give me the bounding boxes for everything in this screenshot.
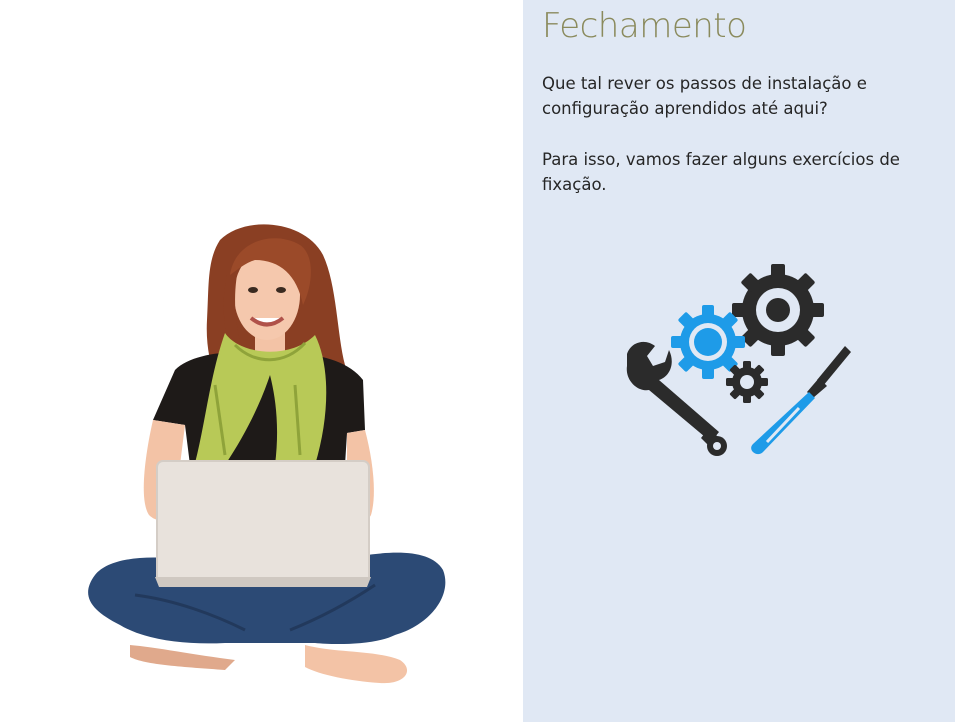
exercise-paragraph: Para isso, vamos fazer alguns exercícios… [542,150,900,194]
screwdriver-icon [751,346,851,455]
right-margin [955,0,971,722]
tools-gears-icon [626,264,851,456]
slide: Fechamento Que tal rever os passos de in… [0,0,971,722]
small-gear-icon [726,361,768,403]
woman-with-laptop-image [88,224,446,684]
content-panel: Fechamento Que tal rever os passos de in… [523,0,955,722]
intro-paragraph: Que tal rever os passos de instalação e … [542,74,867,118]
large-gear-icon [732,264,824,356]
slide-title: Fechamento [542,6,747,46]
photo-panel [0,0,523,722]
